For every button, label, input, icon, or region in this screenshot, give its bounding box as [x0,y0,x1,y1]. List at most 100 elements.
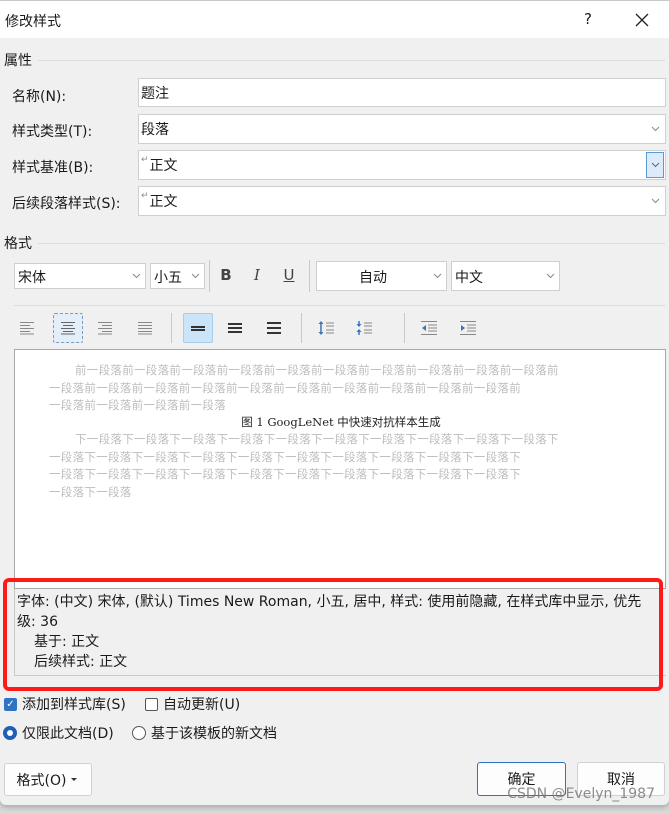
style-based-on-value: 正文 [149,158,178,174]
italic-button[interactable]: I [244,262,270,288]
style-based-on-label: 样式基准(B): [12,160,94,176]
format-divider [38,243,665,244]
align-right-icon [98,322,112,335]
font-select[interactable]: 宋体 [14,263,146,289]
only-this-document-label: 仅限此文档(D) [22,726,114,742]
chevron-down-icon[interactable] [542,263,558,289]
only-this-document-radio[interactable]: 仅限此文档(D) [3,723,114,743]
title-bar: 修改样式 ? [0,0,669,38]
close-button[interactable] [630,9,654,31]
toolbar-divider [14,305,665,306]
next-style-label: 后续段落样式(S): [12,196,121,212]
help-button[interactable]: ? [578,10,598,30]
decrease-paragraph-spacing-button[interactable] [349,313,379,343]
preview-line: 一段落下一段落下一段落下一段落下一段落下一段落下一段落下一段落下一段落下一段落下 [49,449,521,464]
toolbar-separator [404,313,405,343]
radio-selected-icon [3,726,17,740]
preview-line: 下一段落下一段落下一段落下一段落下一段落下一段落下一段落下一段落下一段落下一段落… [75,432,559,446]
bold-button[interactable]: B [213,262,239,288]
script-value: 中文 [455,270,483,286]
close-icon [635,13,649,27]
increase-paragraph-spacing-button[interactable] [311,313,341,343]
chevron-down-icon[interactable] [646,152,664,178]
align-left-icon [20,322,34,335]
line-spacing-double-button[interactable] [259,313,289,343]
modify-style-dialog: 修改样式 ? 属性 名称(N): 题注 样式类型(T): 段落 样式基准(B):… [0,0,669,805]
chevron-down-icon[interactable] [646,116,664,142]
paragraph-mark-icon: ↵ [141,155,149,165]
dialog-title: 修改样式 [5,14,61,30]
properties-section-label: 属性 [4,53,32,69]
increase-indent-button[interactable] [453,313,483,343]
preview-line: 一段落前一段落前一段落前一段落前一段落前一段落前一段落前一段落前一段落前一段落前 [49,380,521,395]
preview-caption: 图 1 GoogLeNet 中快速对抗样本生成 [241,415,441,429]
chevron-down-icon[interactable] [128,265,144,287]
preview-previous-paragraph: 前一段落前一段落前一段落前一段落前一段落前一段落前一段落前一段落前一段落前一段落… [49,362,619,415]
align-right-button[interactable] [90,313,120,343]
font-value: 宋体 [18,270,46,286]
next-style-value: 正文 [149,194,178,210]
decrease-spacing-icon [356,321,372,335]
checkbox-unchecked-icon [145,697,158,711]
format-menu-button[interactable]: 格式(O) [4,763,92,796]
radio-unselected-icon [132,726,146,740]
decrease-indent-icon [421,321,437,335]
font-color-value: 自动 [359,270,387,286]
align-left-button[interactable] [12,313,42,343]
decrease-indent-button[interactable] [414,313,444,343]
csdn-watermark: CSDN @Evelyn_1987 [507,786,655,802]
format-section-label: 格式 [4,236,32,252]
align-justify-icon [138,322,152,335]
name-input[interactable]: 题注 [138,78,666,107]
one-half-spacing-icon [228,323,242,333]
style-type-select[interactable]: 段落 [138,114,666,144]
font-size-value: 小五 [154,270,182,286]
add-to-gallery-label: 添加到样式库(S) [22,697,126,713]
description-line: 级: 36 [17,614,58,630]
new-docs-template-radio[interactable]: 基于该模板的新文档 [132,723,277,743]
align-justify-button[interactable] [130,313,160,343]
preview-line: 前一段落前一段落前一段落前一段落前一段落前一段落前一段落前一段落前一段落前一段落… [75,363,559,377]
dropdown-triangle-icon [71,777,78,781]
description-line: 字体: (中文) 宋体, (默认) Times New Roman, 小五, 居… [17,594,642,610]
preview-line: 一段落下一段落下一段落下一段落下一段落下一段落下一段落下一段落下一段落下一段落下 [49,467,521,481]
next-style-select[interactable]: ↵正文 [138,186,666,216]
toolbar-separator [209,260,210,292]
style-type-value: 段落 [141,122,169,138]
increase-spacing-icon [318,321,334,335]
font-color-select[interactable]: 自动 [316,261,447,291]
properties-divider [38,60,665,61]
description-based-on: 基于: 正文 [34,634,100,650]
name-label: 名称(N): [12,89,67,105]
align-center-button[interactable] [53,313,83,343]
checkbox-checked-icon: ✓ [4,697,17,711]
toolbar-separator [171,313,172,343]
auto-update-label: 自动更新(U) [163,697,241,713]
line-spacing-one-half-button[interactable] [220,313,250,343]
auto-update-checkbox[interactable]: 自动更新(U) [145,694,240,714]
script-select[interactable]: 中文 [451,261,560,291]
double-spacing-icon [267,322,281,334]
single-spacing-icon [191,326,205,331]
preview-line: 一段落前一段落前一段落前一段落 [49,398,226,412]
new-docs-template-label: 基于该模板的新文档 [151,726,277,742]
name-value: 题注 [141,86,169,102]
font-size-select[interactable]: 小五 [150,263,205,289]
add-to-gallery-checkbox[interactable]: ✓ 添加到样式库(S) [4,694,126,714]
style-preview: 前一段落前一段落前一段落前一段落前一段落前一段落前一段落前一段落前一段落前一段落… [14,349,666,589]
format-menu-label: 格式(O) [16,772,67,789]
preview-line: 一段落下一段落 [49,484,132,499]
preview-next-paragraph: 下一段落下一段落下一段落下一段落下一段落下一段落下一段落下一段落下一段落下一段落… [49,431,619,501]
align-center-icon [61,322,75,335]
chevron-down-icon[interactable] [187,265,203,287]
line-spacing-single-button[interactable] [183,313,213,343]
chevron-down-icon[interactable] [646,188,664,214]
increase-indent-icon [460,321,476,335]
style-based-on-select[interactable]: ↵正文 [138,150,666,180]
chevron-down-icon[interactable] [429,263,445,289]
underline-button[interactable]: U [276,262,302,288]
description-next-style: 后续样式: 正文 [34,654,128,670]
style-description: 字体: (中文) 宋体, (默认) Times New Roman, 小五, 居… [14,589,666,676]
toolbar-separator [309,260,310,292]
toolbar-separator [301,313,302,343]
